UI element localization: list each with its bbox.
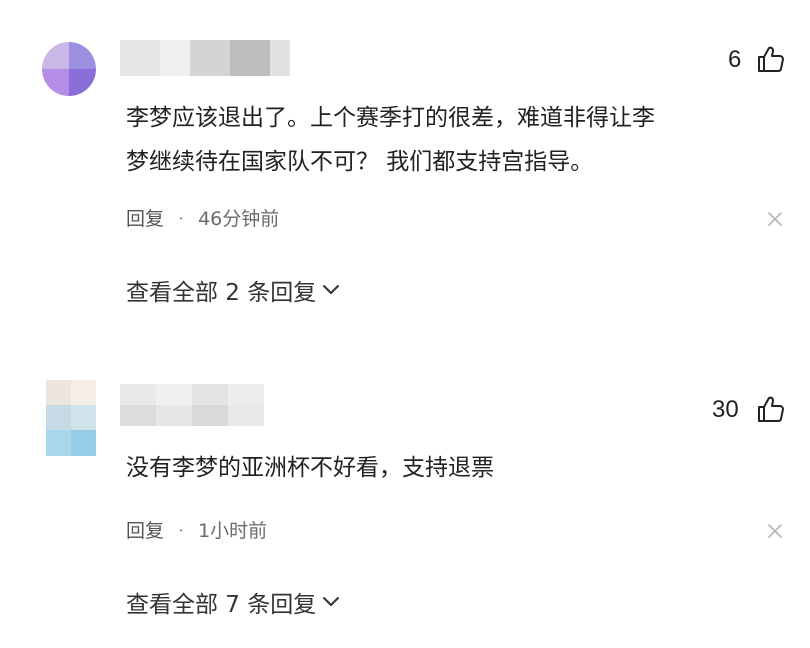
reply-button[interactable]: 回复 xyxy=(126,208,164,230)
view-all-replies-label: 查看全部 2 条回复 xyxy=(126,280,317,306)
thumbs-up-icon[interactable] xyxy=(756,44,786,74)
view-all-replies-label: 查看全部 7 条回复 xyxy=(126,592,317,618)
comment-text-line: 梦继续待在国家队不可？ 我们都支持宫指导。 xyxy=(126,149,594,175)
chevron-down-icon xyxy=(323,597,340,606)
close-icon[interactable] xyxy=(766,210,784,228)
comment-meta: 回复 · 46分钟前 xyxy=(126,204,279,231)
view-all-replies-button[interactable]: 查看全部 7 条回复 xyxy=(126,585,340,619)
separator-dot: · xyxy=(178,520,185,542)
separator-dot: · xyxy=(178,208,185,230)
comment-text-line: 李梦应该退出了。上个赛季打的很差，难道非得让李 xyxy=(126,105,655,131)
comment-item: 30 没有李梦的亚洲杯不好看，支持退票 回复 · 1小时前 查看全部 7 条回复 xyxy=(0,340,810,640)
timestamp: 46分钟前 xyxy=(198,208,280,230)
chevron-down-icon xyxy=(323,285,340,294)
avatar[interactable] xyxy=(46,380,96,456)
like-count: 6 xyxy=(728,46,742,73)
thumbs-up-icon[interactable] xyxy=(756,394,786,424)
view-all-replies-button[interactable]: 查看全部 2 条回复 xyxy=(126,273,340,307)
username-redacted[interactable] xyxy=(120,384,264,426)
avatar[interactable] xyxy=(42,42,96,96)
comment-meta: 回复 · 1小时前 xyxy=(126,516,267,543)
comment-text: 没有李梦的亚洲杯不好看，支持退票 xyxy=(126,446,776,490)
reply-button[interactable]: 回复 xyxy=(126,520,164,542)
close-icon[interactable] xyxy=(766,522,784,540)
like-count: 30 xyxy=(712,396,739,423)
comment-item: 6 李梦应该退出了。上个赛季打的很差，难道非得让李 梦继续待在国家队不可？ 我们… xyxy=(0,0,810,320)
comment-text-line: 没有李梦的亚洲杯不好看，支持退票 xyxy=(126,455,494,481)
username-redacted[interactable] xyxy=(120,40,290,76)
comment-text: 李梦应该退出了。上个赛季打的很差，难道非得让李 梦继续待在国家队不可？ 我们都支… xyxy=(126,96,776,184)
timestamp: 1小时前 xyxy=(198,520,268,542)
